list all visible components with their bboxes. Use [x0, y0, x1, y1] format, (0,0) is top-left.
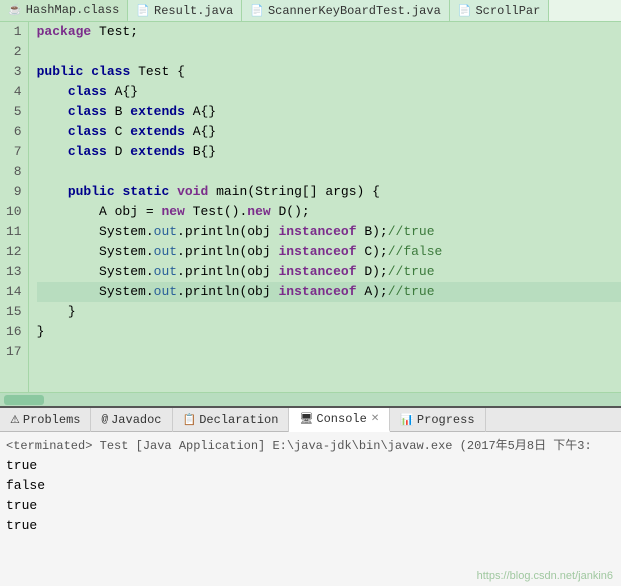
- tab-console-label: Console: [316, 412, 366, 426]
- tab-hashmap[interactable]: ☕ HashMap.class: [0, 0, 128, 22]
- tab-progress[interactable]: 📊 Progress: [390, 408, 485, 432]
- code-line-7: class D extends B{}: [37, 142, 621, 162]
- code-line-6: class C extends A{}: [37, 122, 621, 142]
- tab-label-3: ScannerKeyBoardTest.java: [268, 4, 441, 18]
- console-terminated-line: <terminated> Test [Java Application] E:\…: [6, 436, 615, 456]
- javadoc-icon: @: [101, 414, 108, 426]
- tab-problems-label: Problems: [23, 413, 81, 427]
- tab-declaration[interactable]: 📋 Declaration: [173, 408, 290, 432]
- tab-javadoc[interactable]: @ Javadoc: [91, 408, 172, 432]
- tab-progress-label: Progress: [417, 413, 475, 427]
- code-line-3: public class Test {: [37, 62, 621, 82]
- declaration-icon: 📋: [183, 413, 197, 427]
- code-line-4: class A{}: [37, 82, 621, 102]
- code-line-2: [37, 42, 621, 62]
- console-icon: 🖥: [299, 412, 313, 426]
- tab-scroll[interactable]: 📄 ScrollPar: [450, 0, 550, 22]
- console-output-line-2: false: [6, 476, 615, 496]
- code-line-13: System.out.println(obj instanceof D);//t…: [37, 262, 621, 282]
- code-line-17: [37, 342, 621, 362]
- java-icon: ☕: [8, 3, 22, 17]
- code-line-9: public static void main(String[] args) {: [37, 182, 621, 202]
- code-line-11: System.out.println(obj instanceof B);//t…: [37, 222, 621, 242]
- horizontal-scrollbar[interactable]: [0, 392, 621, 406]
- tab-problems[interactable]: ⚠ Problems: [0, 408, 91, 432]
- code-line-5: class B extends A{}: [37, 102, 621, 122]
- console-output-line-1: true: [6, 456, 615, 476]
- tab-console[interactable]: 🖥 Console ✕: [289, 408, 390, 432]
- code-line-12: System.out.println(obj instanceof C);//f…: [37, 242, 621, 262]
- code-line-14: System.out.println(obj instanceof A);//t…: [37, 282, 621, 302]
- code-line-8: [37, 162, 621, 182]
- tab-declaration-label: Declaration: [199, 413, 278, 427]
- tab-javadoc-label: Javadoc: [111, 413, 161, 427]
- code-line-15: }: [37, 302, 621, 322]
- line-numbers: 12345 678910 1112131415 1617: [0, 22, 29, 392]
- tab-scanner[interactable]: 📄 ScannerKeyBoardTest.java: [242, 0, 450, 22]
- console-output-line-3: true: [6, 496, 615, 516]
- tab-label: HashMap.class: [26, 3, 120, 17]
- java-icon-3: 📄: [250, 4, 264, 18]
- progress-icon: 📊: [400, 413, 414, 427]
- java-icon-2: 📄: [136, 4, 150, 18]
- code-line-1: package Test;: [37, 22, 621, 42]
- code-line-10: A obj = new Test().new D();: [37, 202, 621, 222]
- bottom-tab-bar: ⚠ Problems @ Javadoc 📋 Declaration 🖥 Con…: [0, 408, 621, 432]
- tab-result[interactable]: 📄 Result.java: [128, 0, 242, 22]
- bottom-panel: ⚠ Problems @ Javadoc 📋 Declaration 🖥 Con…: [0, 406, 621, 584]
- code-lines: package Test; public class Test { class …: [29, 22, 621, 392]
- java-icon-4: 📄: [458, 4, 472, 18]
- tab-label-2: Result.java: [154, 4, 233, 18]
- console-output-line-4: true: [6, 516, 615, 536]
- console-output: <terminated> Test [Java Application] E:\…: [0, 432, 621, 586]
- code-editor[interactable]: 12345 678910 1112131415 1617 package Tes…: [0, 22, 621, 392]
- scroll-thumb[interactable]: [4, 395, 44, 405]
- tab-label-4: ScrollPar: [475, 4, 540, 18]
- code-line-16: }: [37, 322, 621, 342]
- console-close-icon[interactable]: ✕: [371, 413, 379, 425]
- editor-tab-bar: ☕ HashMap.class 📄 Result.java 📄 ScannerK…: [0, 0, 621, 22]
- problems-icon: ⚠: [10, 413, 20, 427]
